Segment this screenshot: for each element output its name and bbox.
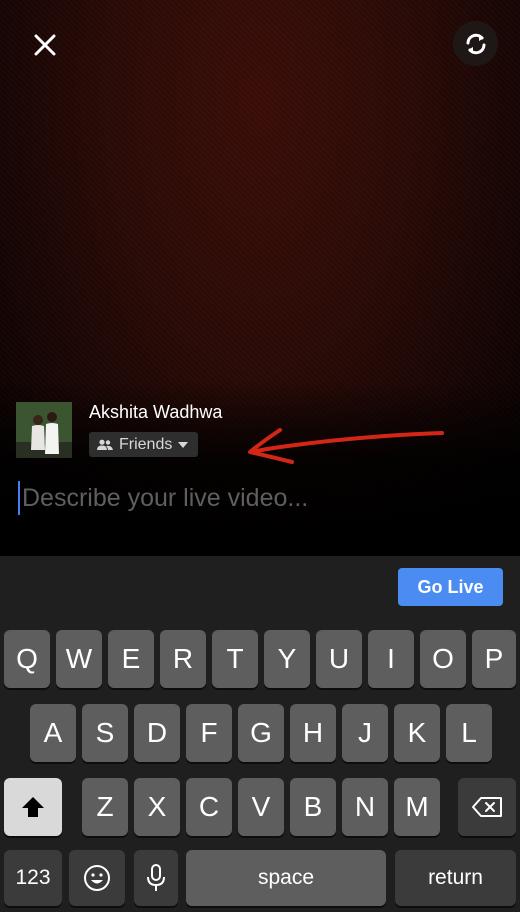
backspace-icon [472,797,502,817]
key-x[interactable]: X [134,778,180,836]
description-input[interactable] [22,483,482,513]
space-key[interactable]: space [186,850,386,906]
description-field[interactable] [18,480,498,516]
key-u[interactable]: U [316,630,362,688]
key-b[interactable]: B [290,778,336,836]
key-k[interactable]: K [394,704,440,762]
key-c[interactable]: C [186,778,232,836]
key-f[interactable]: F [186,704,232,762]
key-l[interactable]: L [446,704,492,762]
numbers-key[interactable]: 123 [4,850,62,906]
key-v[interactable]: V [238,778,284,836]
key-m[interactable]: M [394,778,440,836]
key-p[interactable]: P [472,630,516,688]
user-name: Akshita Wadhwa [89,402,223,422]
return-key[interactable]: return [395,850,516,906]
shift-icon [22,797,44,817]
key-o[interactable]: O [420,630,466,688]
privacy-label: Friends [119,435,173,453]
key-n[interactable]: N [342,778,388,836]
key-z[interactable]: Z [82,778,128,836]
close-button[interactable] [28,28,62,62]
key-g[interactable]: G [238,704,284,762]
key-i[interactable]: I [368,630,414,688]
shift-key[interactable] [4,778,62,836]
key-j[interactable]: J [342,704,388,762]
key-y[interactable]: Y [264,630,310,688]
key-q[interactable]: Q [4,630,50,688]
flip-camera-button[interactable] [453,21,498,66]
key-w[interactable]: W [56,630,102,688]
chevron-down-icon [178,441,189,448]
friends-icon [97,439,113,450]
text-cursor [18,481,20,515]
annotation-arrow [248,428,444,464]
flip-camera-icon [466,33,485,54]
key-t[interactable]: T [212,630,258,688]
microphone-icon [147,864,165,891]
privacy-selector[interactable]: Friends [89,432,199,457]
avatar [16,402,72,458]
key-d[interactable]: D [134,704,180,762]
emoji-icon [84,865,110,891]
emoji-key[interactable] [69,850,125,906]
key-h[interactable]: H [290,704,336,762]
key-r[interactable]: R [160,630,206,688]
key-a[interactable]: A [30,704,76,762]
go-live-button[interactable]: Go Live [398,568,503,606]
backspace-key[interactable] [458,778,516,836]
close-icon [34,34,56,56]
key-e[interactable]: E [108,630,154,688]
dictation-key[interactable] [134,850,178,906]
key-s[interactable]: S [82,704,128,762]
